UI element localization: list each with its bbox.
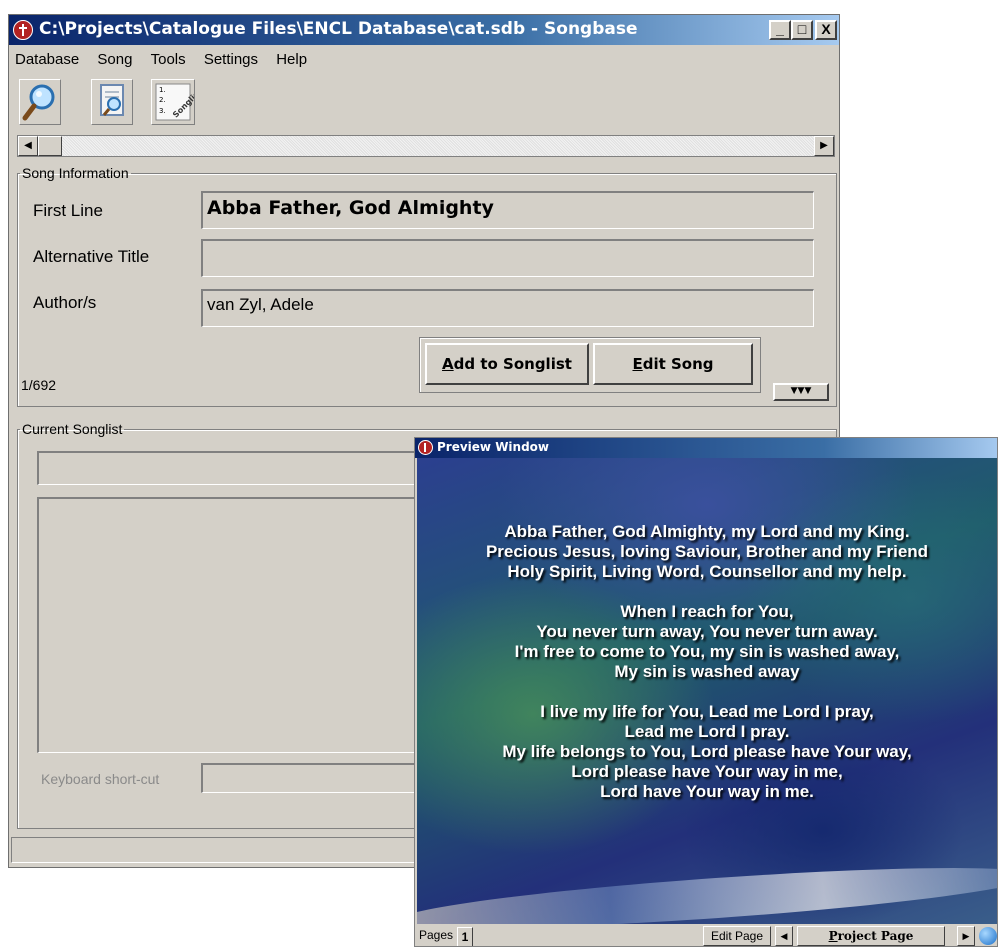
previous-page-button[interactable]: ◀ (775, 926, 793, 946)
add-to-songlist-button[interactable]: Add to Songlist (425, 343, 589, 385)
song-counter: 1/692 (21, 377, 57, 393)
edit-song-accel: E (632, 355, 643, 373)
menu-database[interactable]: Database (15, 51, 79, 68)
double-chevron-down-icon: ▼▼▼ (790, 386, 812, 396)
window-title: C:\Projects\Catalogue Files\ENCL Databas… (39, 19, 638, 39)
menu-settings[interactable]: Settings (204, 51, 258, 68)
globe-icon[interactable] (979, 927, 997, 945)
first-line-label: First Line (33, 201, 103, 220)
page-1-button[interactable]: 1 (457, 927, 473, 946)
song-scrollbar[interactable]: ◀ ▶ (17, 135, 835, 157)
song-lyrics: Abba Father, God Almighty, my Lord and m… (485, 522, 929, 801)
expand-button[interactable]: ▼▼▼ (773, 383, 829, 401)
arrow-left-icon: ◀ (780, 931, 788, 941)
edit-song-button[interactable]: Edit Song (593, 343, 753, 385)
scroll-right-button[interactable]: ▶ (814, 136, 834, 156)
svg-text:3.: 3. (159, 107, 166, 115)
alternative-title-field[interactable] (201, 239, 814, 277)
arrow-right-icon: ▶ (820, 140, 828, 151)
song-information-legend: Song Information (22, 165, 129, 181)
maximize-icon: □ (797, 21, 807, 37)
add-to-songlist-accel: A (442, 355, 454, 373)
add-to-songlist-label: dd to Songlist (453, 355, 572, 373)
close-icon: X (821, 21, 831, 37)
preview-title-bar[interactable]: Preview Window (415, 438, 997, 458)
keyboard-shortcut-field[interactable] (201, 763, 417, 793)
pages-label: Pages (419, 928, 454, 942)
search-button[interactable] (19, 79, 61, 125)
magnifier-icon (22, 84, 55, 121)
next-page-button[interactable]: ▶ (957, 926, 975, 946)
preview-toolbar: Pages 1 Edit Page ◀ Project Page ▶ (415, 924, 997, 946)
songlist-icon: 1. 2. 3. Songlist (155, 83, 204, 121)
menu-song[interactable]: Song (97, 51, 132, 68)
menu-help[interactable]: Help (276, 51, 307, 68)
maximize-button[interactable]: □ (791, 20, 813, 40)
authors-label: Author/s (33, 293, 97, 312)
title-bar[interactable]: C:\Projects\Catalogue Files\ENCL Databas… (9, 15, 839, 45)
scroll-left-button[interactable]: ◀ (18, 136, 38, 156)
alternative-title-label: Alternative Title (33, 247, 150, 266)
svg-text:1.: 1. (159, 86, 166, 94)
preview-window-title: Preview Window (437, 440, 550, 454)
document-search-icon (100, 84, 124, 116)
arrow-left-icon: ◀ (24, 140, 32, 151)
edit-song-label: dit Song (642, 355, 714, 373)
project-page-accel: P (828, 929, 838, 943)
menu-bar: Database Song Tools Settings Help (15, 51, 321, 73)
preview-window: Preview Window Abba Father, God Almighty… (414, 437, 998, 947)
first-line-field[interactable]: Abba Father, God Almighty (201, 191, 814, 229)
preview-stage: Abba Father, God Almighty, my Lord and m… (417, 458, 997, 924)
songlist-box[interactable] (37, 497, 417, 753)
preview-logo-icon (418, 440, 433, 455)
edit-page-button[interactable]: Edit Page (703, 926, 771, 946)
find-song-button[interactable] (91, 79, 133, 125)
svg-text:2.: 2. (159, 96, 166, 104)
current-songlist-legend: Current Songlist (22, 421, 123, 437)
flag-ribbon-graphic (417, 855, 997, 924)
project-page-button[interactable]: Project Page (797, 926, 945, 946)
close-button[interactable]: X (815, 20, 837, 40)
scroll-thumb[interactable] (38, 136, 62, 156)
minimize-button[interactable]: _ (769, 20, 791, 40)
arrow-right-icon: ▶ (962, 931, 970, 941)
authors-field[interactable]: van Zyl, Adele (201, 289, 814, 327)
keyboard-shortcut-label: Keyboard short-cut (41, 771, 160, 787)
songlist-name-field[interactable] (37, 451, 417, 485)
songlist-button[interactable]: 1. 2. 3. Songlist (151, 79, 204, 125)
app-logo-icon (13, 20, 33, 40)
minimize-icon: _ (776, 21, 784, 37)
menu-tools[interactable]: Tools (151, 51, 186, 68)
project-page-label: roject Page (837, 929, 914, 943)
